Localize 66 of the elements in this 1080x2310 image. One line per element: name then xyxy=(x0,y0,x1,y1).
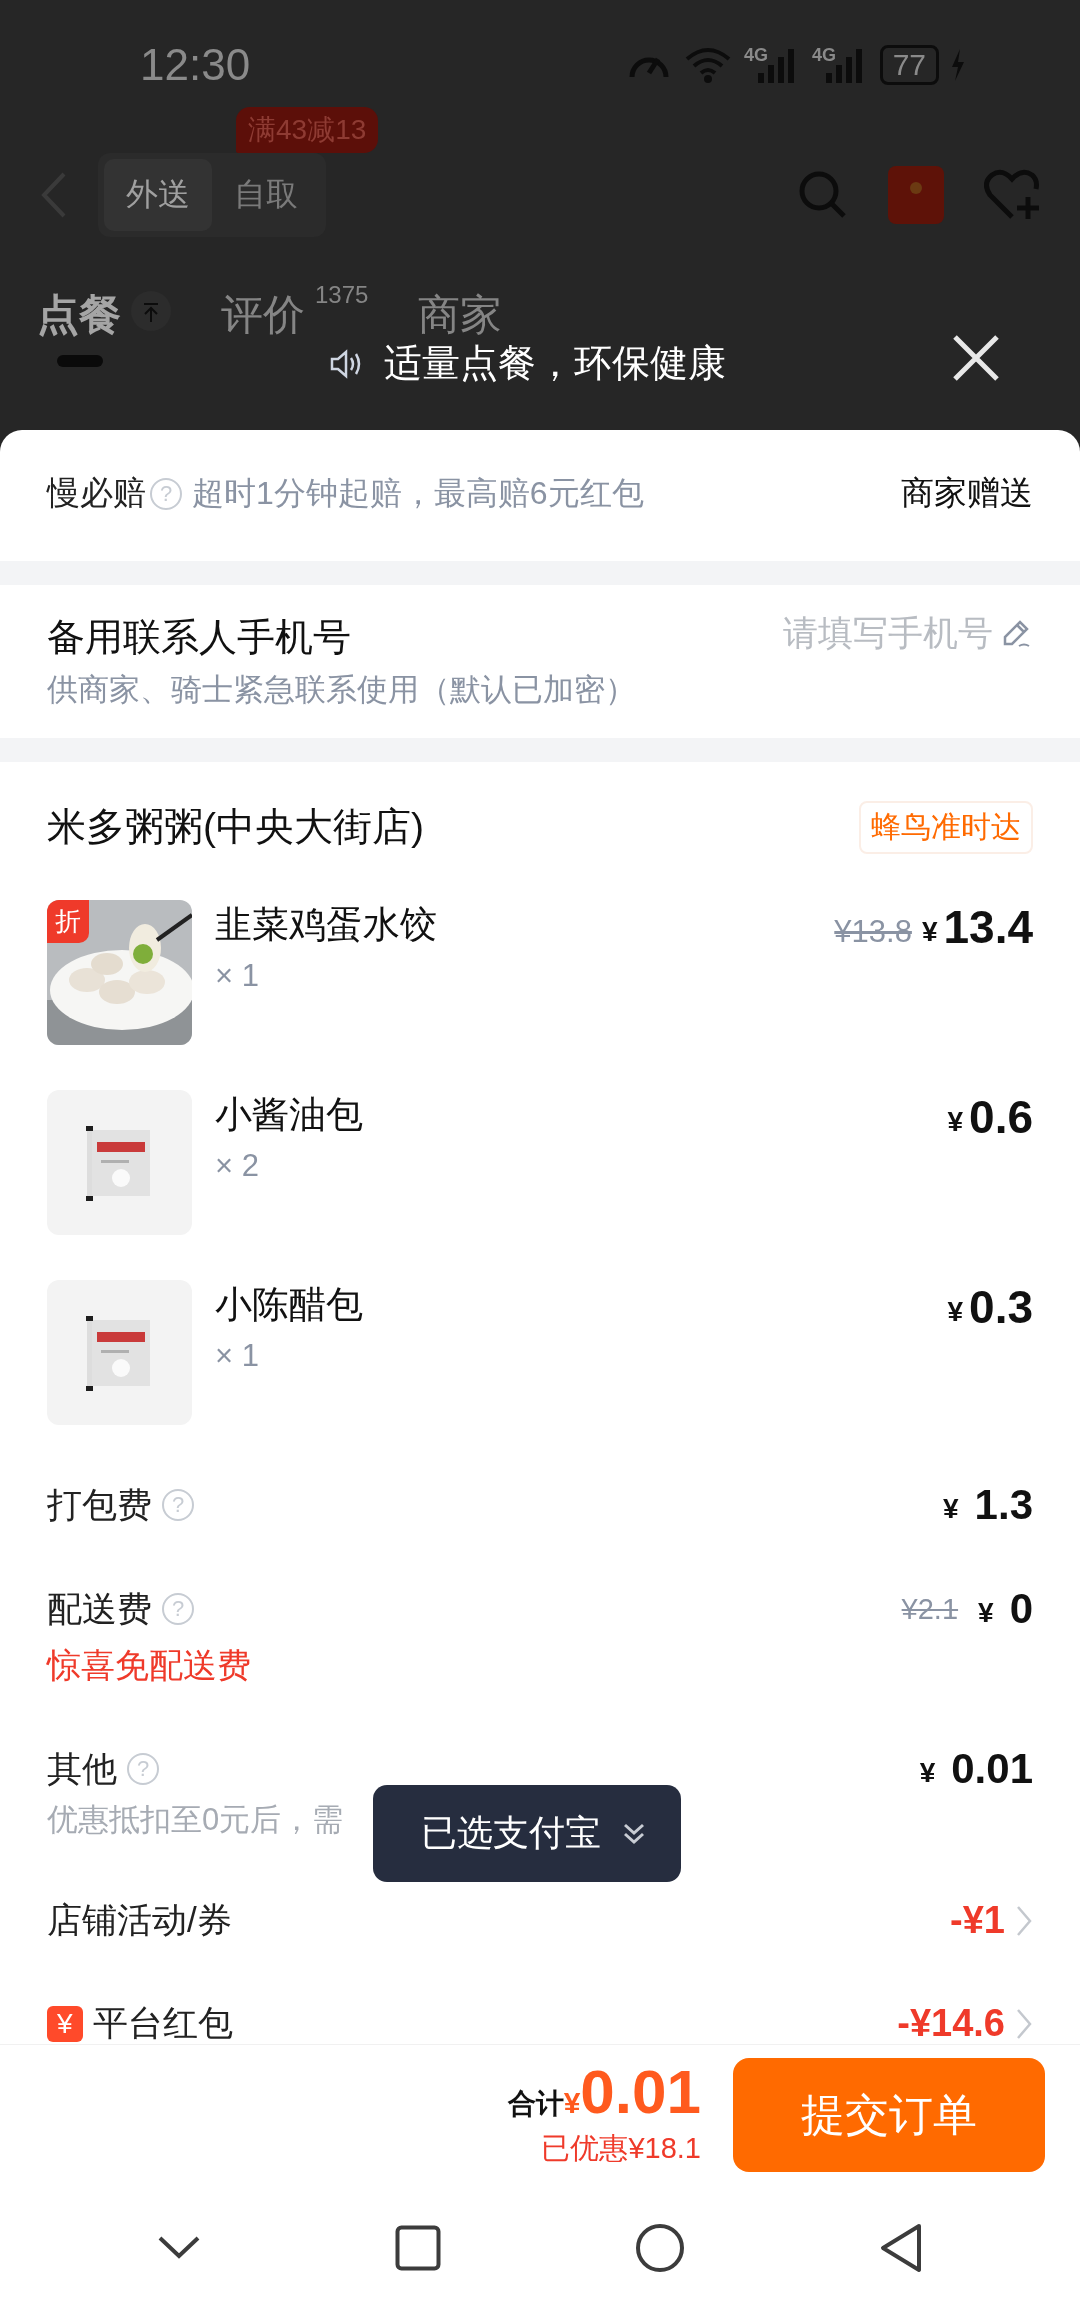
original-fee: ¥2.1 xyxy=(901,1592,959,1626)
close-icon[interactable] xyxy=(951,333,1001,383)
fee-label: 配送费 xyxy=(47,1587,152,1630)
gift-icon[interactable] xyxy=(888,166,944,224)
total-amount: 0.01 xyxy=(580,2061,701,2123)
currency-sign: ¥ xyxy=(563,2086,581,2120)
item-price: 0.3 xyxy=(969,1280,1033,1334)
item-quantity: × 2 xyxy=(215,1148,260,1184)
mode-tab[interactable]: 自取 xyxy=(212,159,320,231)
item-name: 小酱油包 xyxy=(215,1093,363,1137)
fee-label: 打包费 xyxy=(47,1483,152,1526)
tab-underline xyxy=(57,355,103,367)
fee-amount: 0.01 xyxy=(951,1745,1033,1793)
contact-hint: 供商家、骑士紧急联系使用（默认已加密） xyxy=(47,671,636,709)
currency-sign: ¥ xyxy=(978,1597,994,1629)
currency-sign: ¥ xyxy=(921,916,938,948)
original-price: ¥13.8 xyxy=(834,914,912,950)
chevron-down-icon[interactable] xyxy=(157,2234,201,2261)
mode-tab[interactable]: 外送 xyxy=(104,159,212,231)
payment-toast[interactable]: 已选支付宝 xyxy=(373,1785,681,1882)
fee-amount: 0 xyxy=(1009,1585,1033,1633)
discount-amount: -¥14.6 xyxy=(897,2002,1005,2044)
back-icon[interactable] xyxy=(879,2222,923,2273)
free-delivery-note: 惊喜免配送费 xyxy=(47,1645,252,1686)
status-time: 12:30 xyxy=(140,40,251,90)
wifi-icon xyxy=(683,47,732,83)
currency-sign: ¥ xyxy=(947,1106,964,1138)
pin-icon[interactable] xyxy=(131,291,171,331)
page-tab[interactable]: 评价 xyxy=(221,287,305,343)
discount-badge: 折 xyxy=(47,900,89,943)
submit-order-button[interactable]: 提交订单 xyxy=(733,2058,1045,2172)
fee-label: 店铺活动/券 xyxy=(47,1899,232,1941)
compensation-source: 商家赠送 xyxy=(901,473,1033,513)
delivery-tag: 蜂鸟准时达 xyxy=(859,800,1033,854)
item-price: 13.4 xyxy=(943,900,1033,954)
charging-icon xyxy=(951,49,965,81)
recents-icon[interactable] xyxy=(395,2224,441,2271)
item-price: 0.6 xyxy=(969,1090,1033,1144)
fee-label: 平台红包 xyxy=(92,2002,233,2044)
phone-field[interactable]: 请填写手机号 xyxy=(768,613,1033,653)
coupon-icon: ¥ xyxy=(47,2005,83,2042)
compensation-description: 超时1分钟起赔，最高赔6元红包 xyxy=(192,473,644,513)
review-count: 1375 xyxy=(315,281,369,309)
discount-amount: -¥1 xyxy=(950,1899,1005,1942)
item-quantity: × 1 xyxy=(215,958,260,994)
total-label: 合计 xyxy=(507,2087,564,2121)
search-icon[interactable] xyxy=(798,170,848,220)
item-name: 小陈醋包 xyxy=(215,1283,363,1327)
notice-text: 适量点餐，环保健康 xyxy=(384,341,726,386)
item-quantity: × 1 xyxy=(215,1338,260,1374)
store-name: 米多粥粥(中央大街店) xyxy=(47,804,424,850)
currency-sign: ¥ xyxy=(919,1757,936,1789)
saved-amount: 已优惠¥18.1 xyxy=(541,2131,701,2166)
item-name: 韭菜鸡蛋水饺 xyxy=(215,903,437,947)
page-tab[interactable]: 商家 xyxy=(418,287,503,343)
currency-sign: ¥ xyxy=(943,1493,959,1525)
favorite-add-icon[interactable] xyxy=(984,169,1040,221)
fee-amount: 1.3 xyxy=(974,1481,1033,1529)
compensation-title: 慢必赔 xyxy=(47,473,146,513)
contact-title: 备用联系人手机号 xyxy=(47,615,352,660)
home-icon[interactable] xyxy=(635,2222,685,2273)
page-tab[interactable]: 点餐 xyxy=(37,287,121,343)
currency-sign: ¥ xyxy=(947,1296,964,1328)
battery-indicator: 77 xyxy=(879,45,939,85)
fee-note: 优惠抵扣至0元后，需 xyxy=(47,1801,344,1839)
fee-label: 其他 xyxy=(47,1747,117,1790)
